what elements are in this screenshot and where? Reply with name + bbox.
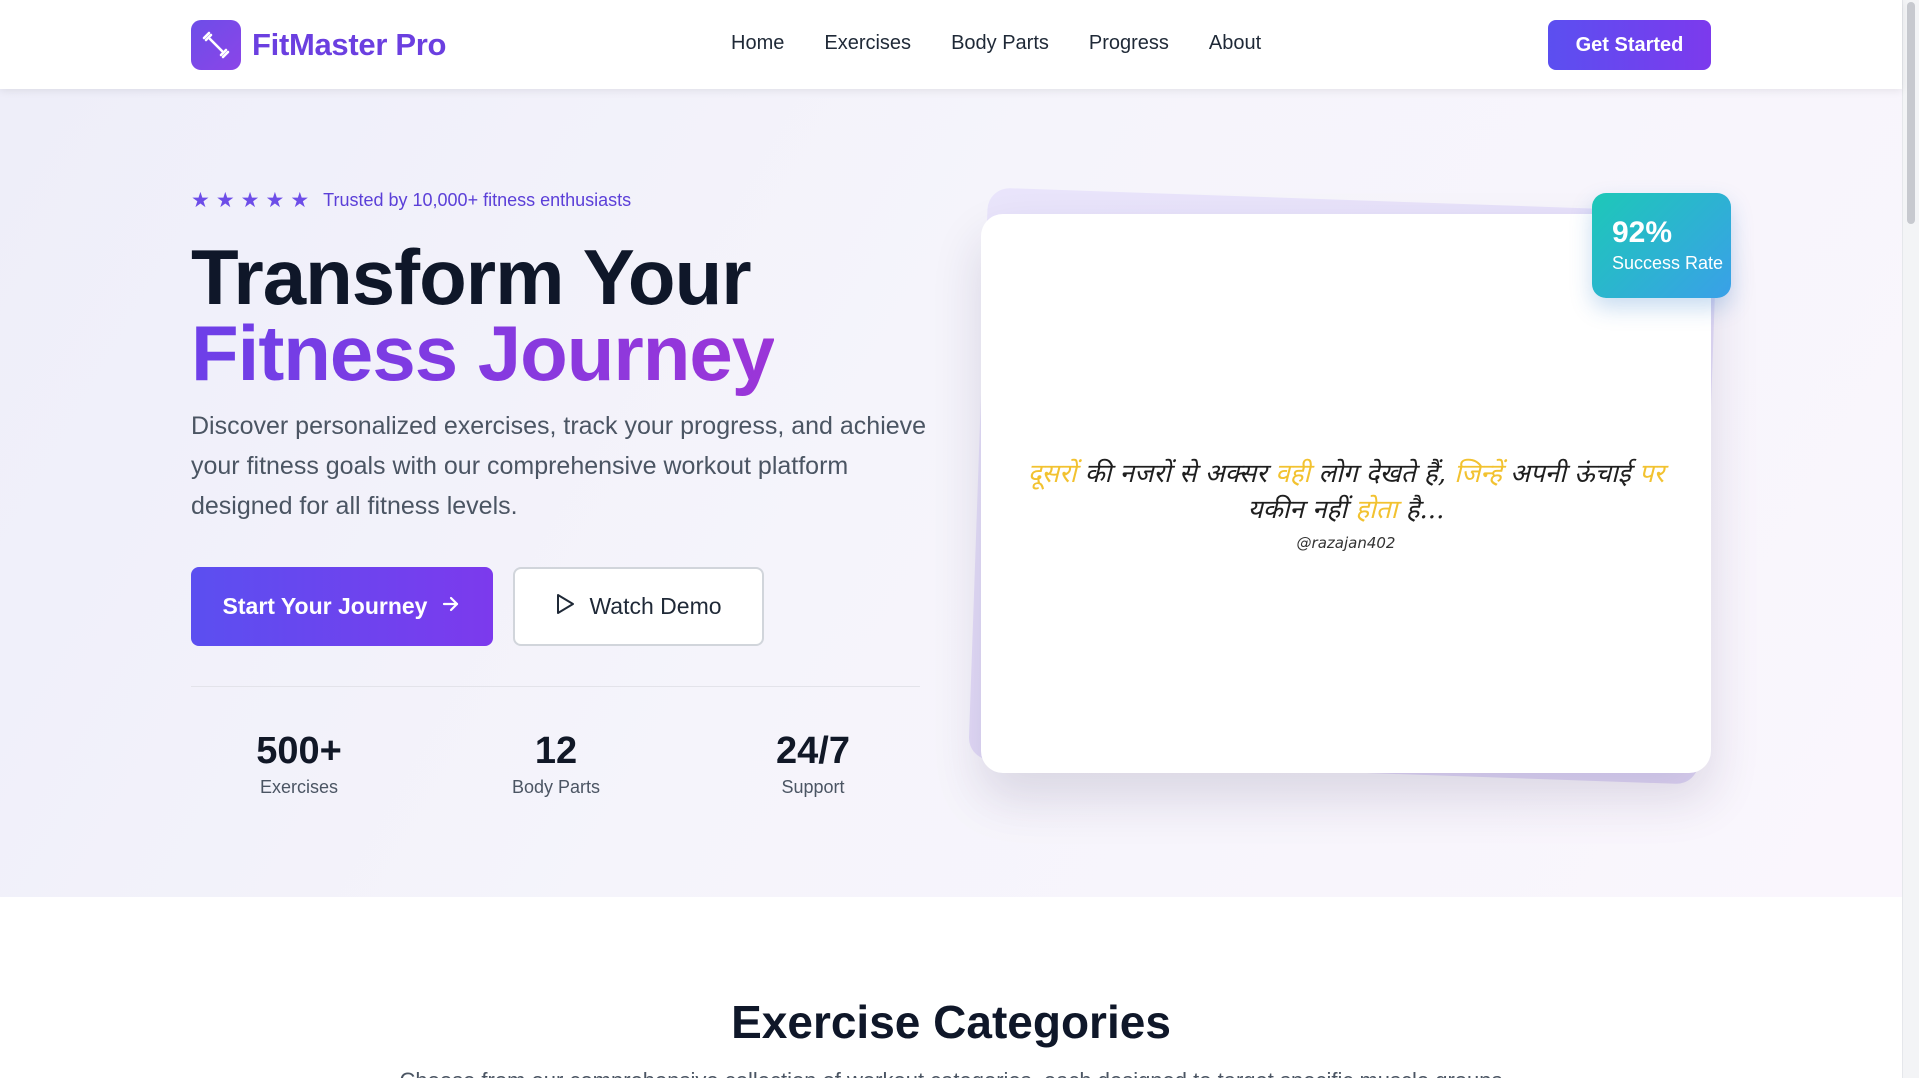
- quote-highlight: वही: [1275, 459, 1311, 489]
- quote-highlight: दूसरों: [1027, 459, 1077, 489]
- quote-segment: लोग देखते हैं,: [1310, 459, 1455, 489]
- arrow-right-icon: [441, 593, 461, 620]
- quote-handle: @razajan402: [1296, 534, 1396, 552]
- stat-value: 12: [534, 730, 578, 772]
- success-rate-value: 92%: [1612, 216, 1673, 249]
- nav-links: Home Exercises Body Parts Progress About: [731, 32, 1261, 55]
- hero-image-card: दूसरों की नजरों से अक्सर वही लोग देखते ह…: [981, 214, 1711, 773]
- quote-segment: यकीन नहीं: [1247, 495, 1356, 525]
- stats-divider: [191, 686, 920, 687]
- success-rate-label: Success Rate: [1612, 253, 1724, 273]
- quote-segment: अपनी ऊंचाई: [1501, 459, 1639, 489]
- quote-highlight: होता: [1355, 495, 1398, 525]
- watch-demo-label: Watch Demo: [589, 593, 722, 619]
- nav-link-exercises[interactable]: Exercises: [824, 32, 911, 55]
- dumbbell-icon: [191, 20, 241, 70]
- star-icon: ★: [215, 189, 235, 212]
- star-icon: ★: [290, 189, 310, 212]
- nav-link-about[interactable]: About: [1209, 32, 1261, 55]
- trust-text: Trusted by 10,000+ fitness enthusiasts: [323, 190, 632, 210]
- stat-label: Support: [781, 777, 845, 797]
- brand-name: FitMaster Pro: [252, 27, 447, 62]
- trust-rating: ★ ★ ★ ★ ★ Trusted by 10,000+ fitness ent…: [191, 190, 631, 211]
- star-icon: ★: [191, 189, 210, 212]
- section-title: Exercise Categories: [731, 996, 1171, 1048]
- stat-value: 24/7: [776, 730, 850, 772]
- nav-link-home[interactable]: Home: [731, 32, 784, 55]
- stat-support: 24/7 Support: [703, 727, 923, 798]
- quote-segment: है...: [1397, 495, 1445, 525]
- stat-label: Body Parts: [511, 777, 601, 797]
- get-started-button[interactable]: Get Started: [1548, 20, 1711, 70]
- scrollbar-thumb[interactable]: [1907, 2, 1915, 224]
- star-icon: ★: [265, 189, 285, 212]
- brand-logo[interactable]: FitMaster Pro: [191, 20, 447, 70]
- stat-exercises: 500+ Exercises: [189, 727, 409, 798]
- start-journey-button[interactable]: Start Your Journey: [191, 567, 493, 646]
- success-rate-badge: 92% Success Rate: [1592, 193, 1731, 298]
- star-icon: ★: [240, 189, 260, 212]
- start-journey-label: Start Your Journey: [222, 593, 428, 619]
- stat-value: 500+: [256, 730, 342, 772]
- nav-link-body-parts[interactable]: Body Parts: [951, 32, 1049, 55]
- quote-highlight: पर: [1638, 459, 1665, 489]
- stat-body-parts: 12 Body Parts: [446, 727, 666, 798]
- quote-text: दूसरों की नजरों से अक्सर वही लोग देखते ह…: [1021, 456, 1671, 528]
- watch-demo-button[interactable]: Watch Demo: [513, 567, 764, 646]
- page-scrollbar[interactable]: [1902, 0, 1919, 1078]
- nav-link-progress[interactable]: Progress: [1089, 32, 1169, 55]
- hero-description: Discover personalized exercises, track y…: [191, 412, 927, 520]
- stat-label: Exercises: [259, 777, 339, 797]
- hero-title-line2: Fitness Journey: [191, 309, 775, 397]
- section-subtitle: Choose from our comprehensive collection…: [0, 1068, 1902, 1078]
- quote-segment: की नजरों से अक्सर: [1076, 459, 1276, 489]
- navbar: FitMaster Pro Home Exercises Body Parts …: [0, 0, 1902, 89]
- quote-highlight: जिन्हें: [1454, 459, 1502, 489]
- play-icon: [555, 593, 575, 621]
